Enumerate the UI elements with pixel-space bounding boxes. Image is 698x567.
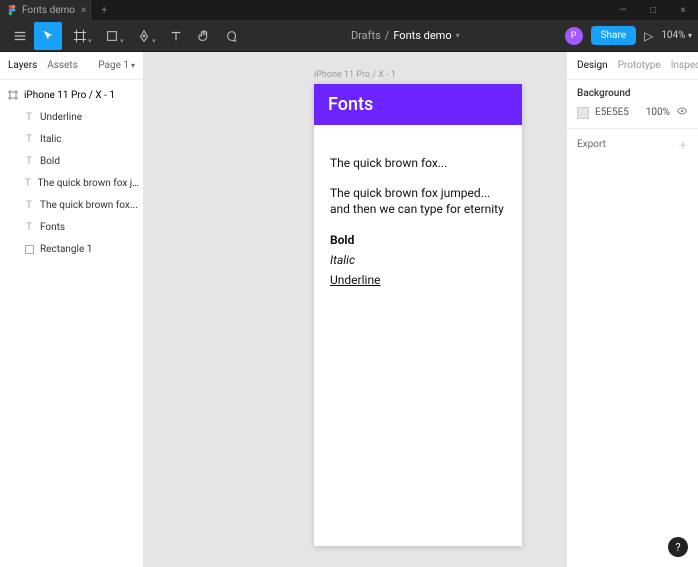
chevron-down-icon[interactable]: ▾ <box>456 31 460 40</box>
avatar[interactable]: P <box>565 27 583 45</box>
text-layer-icon: T <box>24 134 34 145</box>
canvas[interactable]: iPhone 11 Pro / X - 1 Fonts The quick br… <box>144 52 566 567</box>
right-panel-tabs: Design Prototype Inspect <box>567 52 698 80</box>
layer-item[interactable]: TBold <box>0 150 143 172</box>
text-paragraph: The quick brown fox jumped... and then w… <box>330 185 506 217</box>
artboard-body: The quick brown fox... The quick brown f… <box>314 125 522 318</box>
layer-item[interactable]: Rectangle 1 <box>0 238 143 260</box>
toolbar: ▾ ▾ ▾ ▾ Drafts / Fonts demo ▾ P Share ▷ … <box>0 20 698 52</box>
text-layer-icon: T <box>24 178 31 189</box>
artboard-label[interactable]: iPhone 11 Pro / X - 1 <box>314 70 522 80</box>
left-panel: Layers Assets Page 1▾ iPhone 11 Pro / X … <box>0 52 144 567</box>
tab-assets[interactable]: Assets <box>47 60 78 71</box>
rectangle-layer-icon <box>24 245 34 254</box>
window-minimize-button[interactable]: — <box>608 5 638 16</box>
artboard[interactable]: Fonts The quick brown fox... The quick b… <box>314 84 522 546</box>
window-controls: — □ × <box>608 5 698 16</box>
background-section: Background E5E5E5 100% <box>567 80 698 129</box>
color-swatch[interactable] <box>577 107 589 119</box>
export-label: Export <box>577 139 606 150</box>
text-layer-icon: T <box>24 156 34 167</box>
tab-add-button[interactable]: + <box>93 5 115 16</box>
share-button[interactable]: Share <box>591 26 636 45</box>
window-close-button[interactable]: × <box>668 5 698 16</box>
text-italic: Italic <box>330 252 506 268</box>
layer-item[interactable]: TThe quick brown fox jumped...... <box>0 172 143 194</box>
breadcrumb-document[interactable]: Fonts demo <box>393 29 451 42</box>
window-maximize-button[interactable]: □ <box>638 5 668 16</box>
layers-list: iPhone 11 Pro / X - 1 TUnderline TItalic… <box>0 80 143 264</box>
left-panel-tabs: Layers Assets Page 1▾ <box>0 52 143 80</box>
artboard-header: Fonts <box>314 84 522 125</box>
zoom-level[interactable]: 104% ▾ <box>661 30 692 41</box>
right-panel: Design Prototype Inspect Background E5E5… <box>566 52 698 567</box>
text-bold: Bold <box>330 232 506 248</box>
text-tool-button[interactable] <box>162 22 190 50</box>
text-layer-icon: T <box>24 222 34 233</box>
plus-icon[interactable]: ＋ <box>678 137 688 152</box>
text-line: The quick brown fox... <box>330 155 506 171</box>
background-hex-input[interactable]: E5E5E5 <box>595 107 640 118</box>
main-menu-button[interactable] <box>6 22 34 50</box>
comment-tool-button[interactable] <box>218 22 246 50</box>
text-layer-icon: T <box>24 112 34 123</box>
shape-tool-button[interactable] <box>98 22 126 50</box>
present-button[interactable]: ▷ <box>644 29 653 43</box>
breadcrumb-project[interactable]: Drafts <box>351 29 381 42</box>
hand-tool-button[interactable] <box>190 22 218 50</box>
document-tab-title: Fonts demo <box>22 5 75 16</box>
pen-tool-button[interactable] <box>130 22 158 50</box>
text-layer-icon: T <box>24 200 34 211</box>
background-label: Background <box>577 88 688 99</box>
tab-inspect[interactable]: Inspect <box>671 60 698 71</box>
artboard-wrapper: iPhone 11 Pro / X - 1 Fonts The quick br… <box>314 70 522 546</box>
page-selector[interactable]: Page 1▾ <box>98 60 135 71</box>
frame-tool-button[interactable] <box>66 22 94 50</box>
tab-prototype[interactable]: Prototype <box>618 60 661 71</box>
frame-icon <box>8 90 18 100</box>
tab-layers[interactable]: Layers <box>8 60 37 71</box>
titlebar: Fonts demo × + — □ × <box>0 0 698 20</box>
document-tab[interactable]: Fonts demo × <box>0 0 93 20</box>
layer-item[interactable]: TFonts <box>0 216 143 238</box>
tab-design[interactable]: Design <box>577 60 608 71</box>
help-button[interactable]: ? <box>668 537 688 557</box>
layer-item[interactable]: TUnderline <box>0 106 143 128</box>
text-underline: Underline <box>330 272 506 288</box>
layer-item[interactable]: TItalic <box>0 128 143 150</box>
move-tool-button[interactable] <box>34 22 62 50</box>
export-section[interactable]: Export ＋ <box>567 129 698 160</box>
figma-logo-icon <box>8 5 16 15</box>
tab-close-icon[interactable]: × <box>81 5 86 16</box>
background-opacity-input[interactable]: 100% <box>646 107 670 118</box>
visibility-toggle-icon[interactable] <box>676 105 688 120</box>
breadcrumb-sep: / <box>385 29 390 42</box>
layer-frame[interactable]: iPhone 11 Pro / X - 1 <box>0 84 143 106</box>
layer-item[interactable]: TThe quick brown fox... <box>0 194 143 216</box>
